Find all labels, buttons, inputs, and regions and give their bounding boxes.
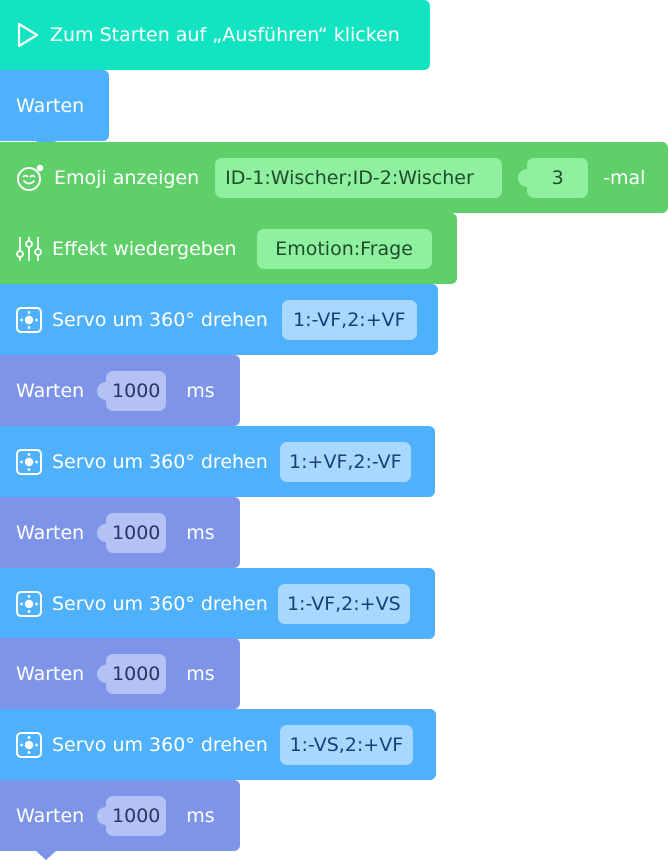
wait-ms-field[interactable]: 1000	[97, 653, 167, 694]
servo-label: Servo um 360° drehen	[52, 450, 268, 473]
servo-value-field[interactable]: 1:-VF,2:+VF	[281, 299, 417, 340]
wait-label: Warten	[16, 521, 85, 544]
emoji-face-icon	[16, 164, 44, 192]
wait-ms-block[interactable]: Warten 1000 ms	[0, 780, 240, 860]
servo-motor-icon	[16, 731, 42, 758]
servo-motor-icon	[16, 590, 42, 617]
wait-ms-field[interactable]: 1000	[97, 512, 167, 553]
servo-block[interactable]: Servo um 360° drehen 1:-VF,2:+VS	[0, 568, 435, 648]
play-icon	[16, 22, 40, 48]
emoji-suffix-label: -mal	[603, 166, 646, 189]
servo-value-field[interactable]: 1:-VS,2:+VF	[279, 724, 413, 765]
wait-ms-block[interactable]: Warten 1000 ms	[0, 355, 240, 435]
servo-block[interactable]: Servo um 360° drehen 1:-VS,2:+VF	[0, 709, 436, 789]
servo-motor-icon	[16, 306, 42, 333]
servo-label: Servo um 360° drehen	[52, 592, 268, 615]
effect-value-field[interactable]: Emotion:Frage	[256, 228, 432, 269]
wait-unit-label: ms	[186, 521, 215, 544]
effect-block[interactable]: Effekt wiedergeben Emotion:Frage	[0, 213, 457, 293]
wait-label: Warten	[16, 662, 85, 685]
wait-unit-label: ms	[186, 662, 215, 685]
wait-ms-block[interactable]: Warten 1000 ms	[0, 638, 240, 718]
servo-block[interactable]: Servo um 360° drehen 1:-VF,2:+VF	[0, 284, 438, 364]
servo-value-field[interactable]: 1:-VF,2:+VS	[277, 583, 410, 624]
wait-label: Warten	[16, 804, 85, 827]
emoji-count-field[interactable]: 3	[518, 157, 589, 198]
servo-motor-icon	[16, 448, 42, 475]
wait-block[interactable]: Warten	[0, 70, 109, 150]
start-block[interactable]: Zum Starten auf „Ausführen“ klicken	[0, 0, 430, 79]
wait-ms-field[interactable]: 1000	[97, 370, 167, 411]
servo-label: Servo um 360° drehen	[52, 733, 268, 756]
servo-value-field[interactable]: 1:+VF,2:-VF	[279, 441, 411, 482]
servo-label: Servo um 360° drehen	[52, 308, 268, 331]
emoji-label: Emoji anzeigen	[54, 166, 200, 189]
wait-unit-label: ms	[186, 379, 215, 402]
equalizer-sliders-icon	[16, 235, 42, 263]
servo-block[interactable]: Servo um 360° drehen 1:+VF,2:-VF	[0, 426, 435, 506]
wait-unit-label: ms	[186, 804, 215, 827]
wait-ms-block[interactable]: Warten 1000 ms	[0, 497, 240, 577]
wait-ms-field[interactable]: 1000	[97, 795, 167, 836]
emoji-block[interactable]: Emoji anzeigen ID-1:Wischer;ID-2:Wischer…	[0, 142, 668, 222]
effect-label: Effekt wiedergeben	[52, 237, 237, 260]
wait-label: Warten	[16, 94, 85, 117]
start-label: Zum Starten auf „Ausführen“ klicken	[50, 24, 400, 46]
wait-label: Warten	[16, 379, 85, 402]
emoji-value-field[interactable]: ID-1:Wischer;ID-2:Wischer	[215, 157, 503, 198]
